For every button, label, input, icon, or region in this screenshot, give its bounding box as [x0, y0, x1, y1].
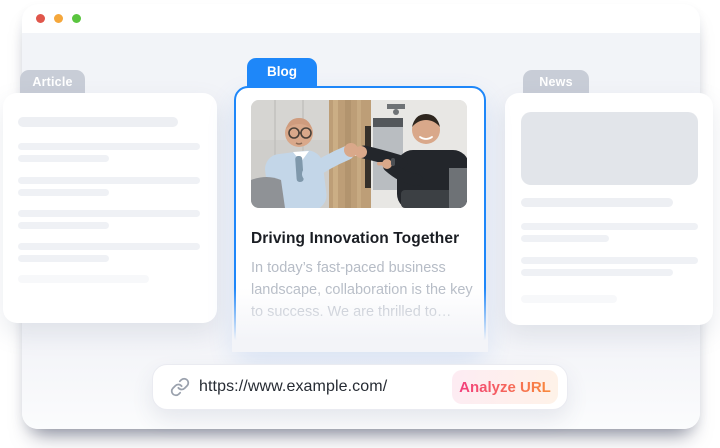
window-titlebar	[22, 4, 700, 33]
skeleton-line	[18, 117, 178, 127]
close-window-icon[interactable]	[36, 14, 45, 23]
skeleton-line	[521, 223, 698, 230]
news-preview-card	[505, 93, 713, 325]
tab-news-label: News	[539, 75, 572, 89]
skeleton-line	[521, 198, 673, 207]
skeleton-line	[18, 155, 109, 162]
blog-preview-card: Driving Innovation Together In today’s f…	[234, 86, 486, 350]
tab-blog-label: Blog	[267, 64, 297, 79]
skeleton-line	[18, 275, 149, 283]
blog-photo	[251, 100, 467, 208]
excerpt-line: to success. We are thrilled to…	[251, 301, 469, 323]
blog-post-title: Driving Innovation Together	[251, 230, 469, 248]
tab-news[interactable]: News	[523, 70, 589, 93]
analyze-url-button-label: Analyze URL	[459, 379, 551, 396]
image-placeholder	[521, 112, 698, 185]
skeleton-line	[18, 222, 109, 229]
article-preview-card	[3, 93, 217, 323]
tab-blog[interactable]: Blog	[247, 58, 317, 88]
excerpt-line: In today’s fast-paced business	[251, 257, 469, 279]
skeleton-line	[18, 210, 200, 217]
analyze-url-button[interactable]: Analyze URL	[452, 370, 558, 404]
tab-article[interactable]: Article	[20, 70, 85, 93]
minimize-window-icon[interactable]	[54, 14, 63, 23]
zoom-window-icon[interactable]	[72, 14, 81, 23]
skeleton-line	[18, 177, 200, 184]
skeleton-line	[18, 255, 109, 262]
blog-post-excerpt: In today’s fast-paced business landscape…	[251, 257, 469, 323]
skeleton-line	[18, 189, 109, 196]
mockup-stage: Article News Blog	[0, 0, 720, 448]
tab-article-label: Article	[32, 75, 72, 89]
excerpt-line: landscape, collaboration is the key	[251, 279, 469, 301]
skeleton-line	[521, 235, 609, 242]
skeleton-line	[18, 143, 200, 150]
skeleton-line	[521, 269, 673, 276]
url-input[interactable]: https://www.example.com/	[199, 378, 387, 396]
url-bar: https://www.example.com/ Analyze URL	[152, 364, 568, 410]
skeleton-line	[521, 295, 617, 303]
link-icon	[170, 377, 190, 397]
skeleton-line	[18, 243, 200, 250]
skeleton-line	[521, 257, 698, 264]
